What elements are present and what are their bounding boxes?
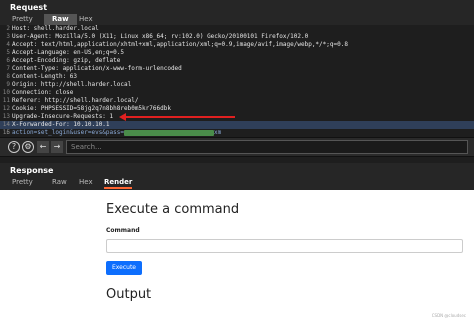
editor-line: 5 Accept-Language: en-US,en;q=0.5: [6, 49, 124, 56]
editor-line: 8 Content-Length: 63: [6, 73, 78, 80]
editor-line-body: 16 action=set_login&user=evs&pass= xm: [2, 129, 222, 136]
editor-line: 2 Host: shell.harder.local: [6, 25, 99, 32]
command-label: Command: [106, 227, 140, 234]
editor-line: 12 Cookie: PHPSESSID=58jg2q7n8bh8reb0m5kr…: [2, 105, 171, 112]
search-input[interactable]: Search...: [66, 140, 468, 154]
response-panel-title: Response: [0, 163, 474, 176]
editor-line: 10 Connection: close: [2, 89, 74, 96]
editor-line: 6 Accept-Encoding: gzip, deflate: [6, 57, 121, 64]
watermark: CSDN @cloudsec: [431, 313, 466, 318]
editor-line: 13 Upgrade-Insecure-Requests: 1: [2, 113, 114, 120]
page-heading: Execute a command: [106, 202, 240, 217]
settings-icon[interactable]: ⚙: [22, 141, 34, 153]
editor-line: 3 User-Agent: Mozilla/5.0 (X11; Linux x86…: [6, 33, 309, 40]
editor-line-highlighted: 14 X-Forwarded-For: 10.10.10.1: [0, 121, 474, 129]
editor-line: 4 Accept: text/html,application/xhtml+xml…: [6, 41, 348, 48]
tab-render[interactable]: Render: [104, 178, 133, 189]
request-toolbar: ? ⚙ ← → Search...: [0, 137, 474, 157]
forward-arrow-icon[interactable]: →: [51, 141, 63, 153]
editor-line: 9 Origin: http://shell.harder.local: [6, 81, 132, 88]
command-input[interactable]: [106, 239, 463, 253]
request-editor[interactable]: 2 Host: shell.harder.local 3 User-Agent: M…: [0, 25, 474, 137]
editor-line: 11 Referer: http://shell.harder.local/: [2, 97, 139, 104]
request-tabs: Pretty Raw Hex: [0, 14, 474, 25]
request-panel-title: Request: [0, 0, 474, 14]
tab-hex[interactable]: Hex: [79, 15, 93, 23]
redacted-block: [123, 129, 214, 136]
tab-raw[interactable]: Raw: [52, 178, 67, 186]
execute-button[interactable]: Execute: [106, 261, 142, 275]
rendered-page: Execute a command Command Execute Output…: [0, 190, 474, 321]
response-tabs: Pretty Raw Hex Render: [0, 176, 474, 190]
red-arrow-annotation: [119, 113, 235, 121]
tab-raw[interactable]: Raw: [44, 14, 77, 25]
back-arrow-icon[interactable]: ←: [37, 141, 49, 153]
tab-pretty[interactable]: Pretty: [12, 15, 33, 23]
help-icon[interactable]: ?: [8, 141, 20, 153]
output-heading: Output: [106, 287, 152, 302]
tab-hex[interactable]: Hex: [79, 178, 93, 186]
tab-pretty[interactable]: Pretty: [12, 178, 33, 186]
editor-line: 7 Content-Type: application/x-www-form-ur…: [6, 65, 182, 72]
